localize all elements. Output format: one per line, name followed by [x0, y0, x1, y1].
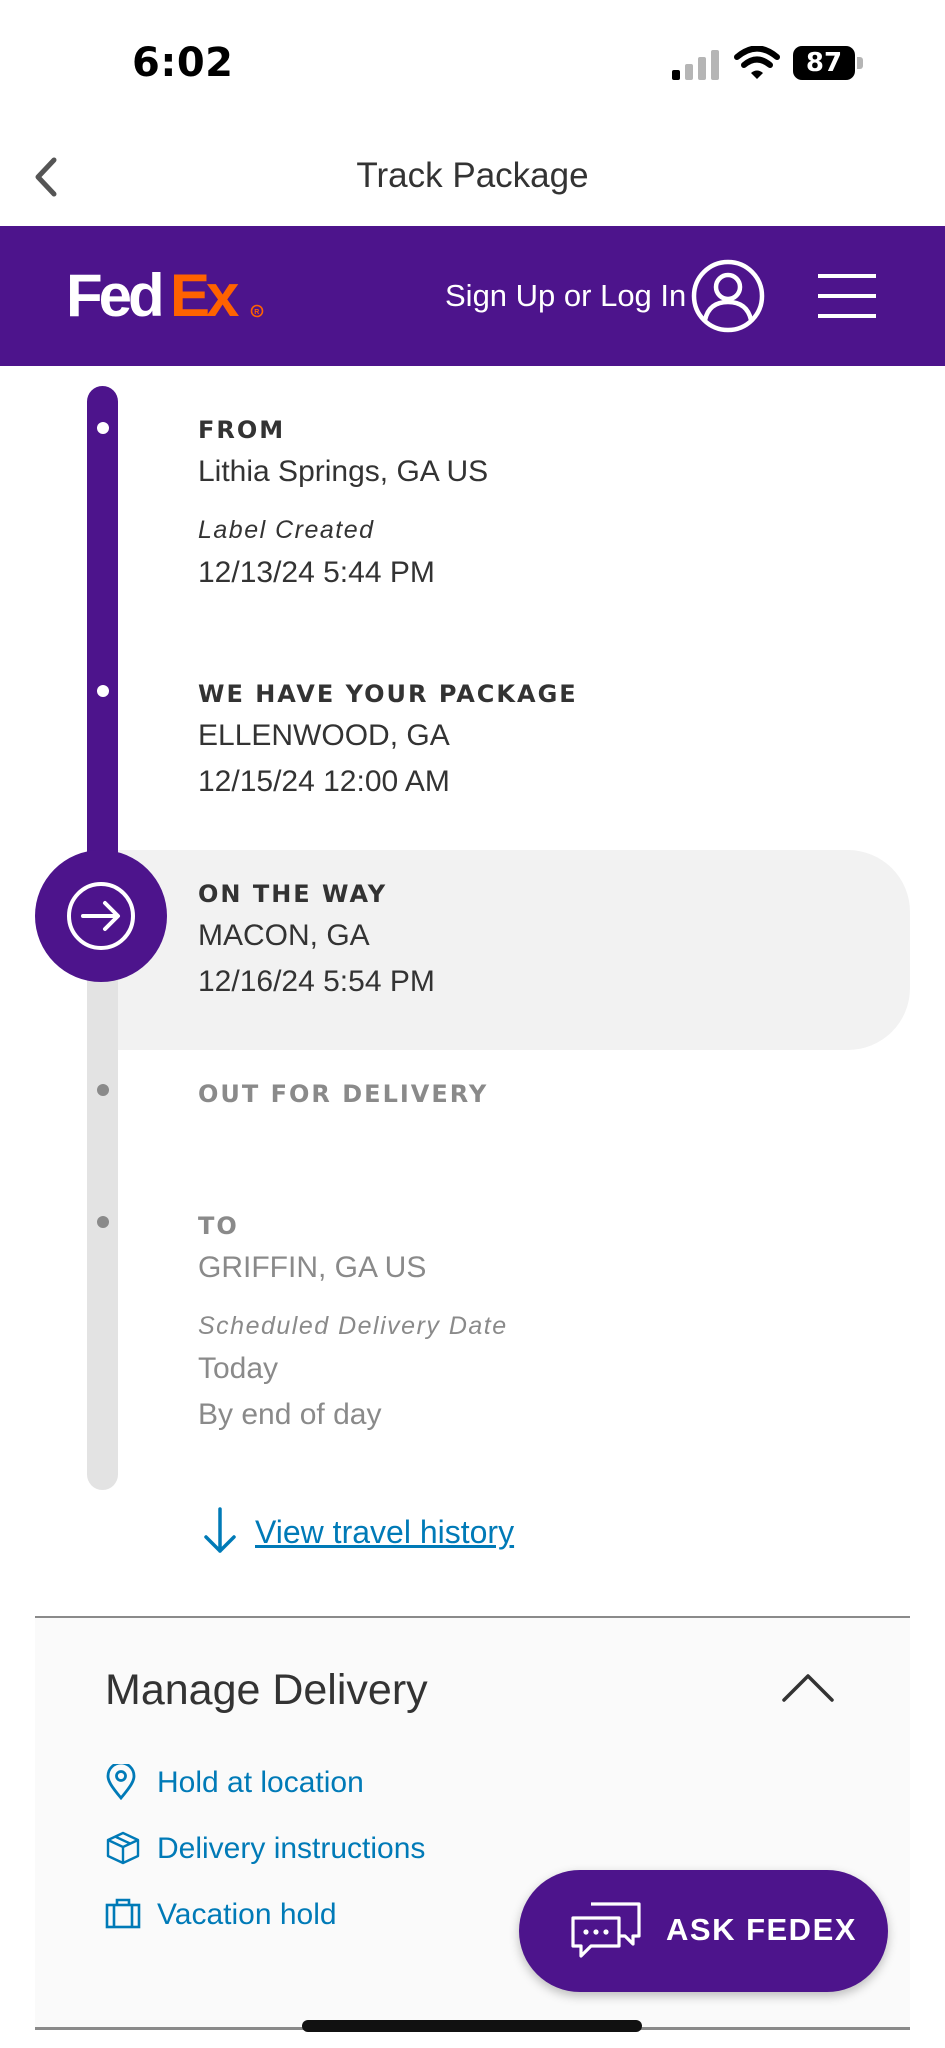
suitcase-icon — [105, 1898, 141, 1929]
arrow-right-circle-icon — [67, 882, 135, 950]
sign-up-login-link[interactable]: Sign Up or Log In — [445, 278, 686, 314]
cellular-signal-icon — [672, 50, 719, 80]
view-travel-history-label[interactable]: View travel history — [255, 1514, 514, 1551]
shipment-progress-timeline: FROM Lithia Springs, GA US Label Created… — [0, 366, 945, 1496]
step-datetime: 12/13/24 5:44 PM — [198, 556, 435, 589]
svg-text:R: R — [254, 309, 259, 316]
chevron-up-icon[interactable] — [780, 1670, 836, 1704]
battery-level: 87 — [793, 46, 855, 80]
step-location: MACON, GA — [198, 919, 370, 952]
timeline-step-on-the-way: ON THE WAY MACON, GA 12/16/24 5:54 PM — [198, 880, 435, 1000]
timeline-dot-from — [97, 422, 109, 434]
delivery-instructions-label[interactable]: Delivery instructions — [157, 1832, 425, 1866]
navigation-bar: Track Package — [0, 128, 945, 226]
step-event: Label Created — [198, 516, 375, 544]
package-box-icon — [106, 1831, 140, 1865]
step-label: OUT FOR DELIVERY — [198, 1080, 489, 1108]
hold-at-location-label[interactable]: Hold at location — [157, 1766, 364, 1800]
status-time: 6:02 — [132, 40, 234, 86]
location-pin-icon — [106, 1764, 136, 1800]
fedex-header: Fed Ex R Sign Up or Log In — [0, 226, 945, 366]
wifi-icon — [734, 46, 780, 79]
step-datetime: 12/15/24 12:00 AM — [198, 765, 450, 798]
step-label: TO — [198, 1212, 239, 1240]
home-indicator[interactable] — [302, 2020, 642, 2032]
timeline-dot-received — [97, 685, 109, 697]
progress-track-completed — [87, 386, 118, 866]
timeline-dot-out-for-delivery — [97, 1084, 109, 1096]
step-label: WE HAVE YOUR PACKAGE — [198, 680, 578, 708]
step-location: ELLENWOOD, GA — [198, 719, 450, 752]
vacation-hold-label[interactable]: Vacation hold — [157, 1898, 337, 1932]
ask-fedex-button[interactable]: ASK FEDEX — [519, 1870, 888, 1992]
svg-text:Fed: Fed — [66, 266, 161, 326]
manage-delivery-title: Manage Delivery — [105, 1666, 428, 1714]
step-label: FROM — [198, 416, 286, 444]
svg-text:Ex: Ex — [170, 266, 239, 326]
timeline-step-out-for-delivery: OUT FOR DELIVERY — [198, 1080, 488, 1108]
step-delivery-day: Today — [198, 1352, 279, 1385]
arrow-down-icon — [204, 1507, 236, 1553]
timeline-step-received: WE HAVE YOUR PACKAGE ELLENWOOD, GA 12/15… — [198, 680, 578, 800]
step-datetime: 12/16/24 5:54 PM — [198, 965, 435, 998]
hamburger-menu-icon[interactable] — [818, 268, 876, 324]
battery-icon: 87 — [793, 46, 863, 80]
battery-tip — [857, 57, 863, 69]
current-status-marker — [35, 850, 167, 982]
user-account-icon[interactable] — [690, 258, 766, 334]
step-location: GRIFFIN, GA US — [198, 1251, 427, 1284]
track-package-screen: 6:02 87 Track Package Fed Ex R Sign Up o… — [0, 0, 945, 2048]
timeline-step-from: FROM Lithia Springs, GA US Label Created… — [198, 416, 488, 591]
fedex-logo[interactable]: Fed Ex R — [66, 266, 266, 326]
step-label: ON THE WAY — [198, 880, 388, 908]
status-bar: 6:02 87 — [0, 0, 945, 128]
timeline-step-to: TO GRIFFIN, GA US Scheduled Delivery Dat… — [198, 1212, 508, 1433]
step-delivery-time: By end of day — [198, 1398, 382, 1431]
step-event: Scheduled Delivery Date — [198, 1312, 508, 1340]
chat-bubbles-icon — [571, 1902, 641, 1958]
step-location: Lithia Springs, GA US — [198, 455, 489, 488]
page-title: Track Package — [356, 156, 589, 195]
ask-fedex-label[interactable]: ASK FEDEX — [666, 1912, 857, 1948]
timeline-dot-to — [97, 1216, 109, 1228]
